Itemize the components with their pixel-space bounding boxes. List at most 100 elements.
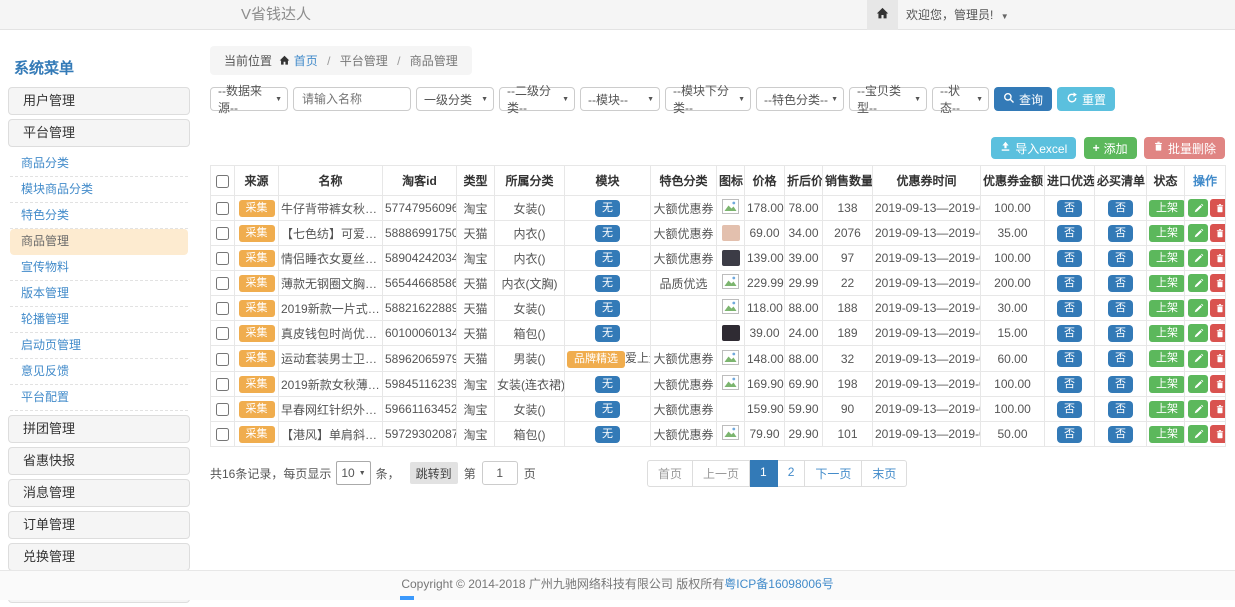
- sidebar-item[interactable]: 订单管理: [8, 511, 190, 539]
- page-button[interactable]: 1: [750, 460, 778, 487]
- row-checkbox-cell: [211, 321, 235, 346]
- taoke-id: 596611634525: [383, 397, 457, 422]
- filter-select[interactable]: --数据来源--▼: [210, 87, 288, 111]
- sidebar-subitem[interactable]: 宣传物料: [10, 255, 188, 281]
- select-all-checkbox[interactable]: [216, 175, 229, 188]
- delete-button[interactable]: [1210, 425, 1226, 443]
- pagination-bar: 共16条记录，每页显示 10 ▼ 条， 跳转到 第 页 首页上一页12下一页末页: [210, 460, 1225, 486]
- row-checkbox[interactable]: [216, 353, 229, 366]
- filter-select[interactable]: --模块--▼: [580, 87, 660, 111]
- sidebar-subitem[interactable]: 启动页管理: [10, 333, 188, 359]
- delete-button[interactable]: [1210, 249, 1226, 267]
- delete-button[interactable]: [1210, 299, 1226, 317]
- column-header: 模块: [565, 166, 651, 196]
- delete-button[interactable]: [1210, 324, 1226, 342]
- filter-select[interactable]: 一级分类▼: [416, 87, 494, 111]
- delete-button[interactable]: [1210, 199, 1226, 217]
- operations-cell: [1185, 221, 1226, 246]
- product-category: 箱包(): [495, 321, 565, 346]
- page-button[interactable]: 2: [778, 460, 806, 487]
- filter-select[interactable]: --状态--▼: [932, 87, 989, 111]
- page-button[interactable]: 下一页: [805, 460, 862, 487]
- page-button[interactable]: 上一页: [693, 460, 750, 487]
- user-menu[interactable]: 欢迎您，管理员! ▼: [906, 0, 1009, 32]
- filter-select[interactable]: --宝贝类型--▼: [849, 87, 927, 111]
- sidebar-item[interactable]: 平台管理: [8, 119, 190, 147]
- sidebar-item[interactable]: 消息管理: [8, 479, 190, 507]
- sidebar-item[interactable]: 省惠快报: [8, 447, 190, 475]
- row-checkbox[interactable]: [216, 403, 229, 416]
- edit-button[interactable]: [1188, 299, 1208, 317]
- row-checkbox[interactable]: [216, 227, 229, 240]
- row-checkbox[interactable]: [216, 252, 229, 265]
- column-header: [211, 166, 235, 196]
- horizontal-scrollbar-thumb[interactable]: [400, 596, 414, 600]
- filter-select[interactable]: --二级分类--▼: [499, 87, 575, 111]
- product-category: 女装(): [495, 397, 565, 422]
- row-checkbox[interactable]: [216, 378, 229, 391]
- row-checkbox[interactable]: [216, 302, 229, 315]
- edit-button[interactable]: [1188, 199, 1208, 217]
- per-page-select[interactable]: 10 ▼: [336, 461, 370, 485]
- edit-button[interactable]: [1188, 425, 1208, 443]
- page-button[interactable]: 首页: [647, 460, 693, 487]
- delete-button[interactable]: [1210, 274, 1226, 292]
- name-search-input[interactable]: [293, 87, 411, 111]
- row-checkbox[interactable]: [216, 202, 229, 215]
- row-checkbox[interactable]: [216, 277, 229, 290]
- must-buy-cell: 否: [1095, 246, 1147, 271]
- delete-button[interactable]: [1210, 375, 1226, 393]
- product-name: 情侣睡衣女夏丝绸男士..: [279, 246, 383, 271]
- edit-button[interactable]: [1188, 400, 1208, 418]
- delete-button[interactable]: [1210, 350, 1226, 368]
- sales-count: 2076: [823, 221, 873, 246]
- edit-button[interactable]: [1188, 249, 1208, 267]
- edit-button[interactable]: [1188, 350, 1208, 368]
- edit-button[interactable]: [1188, 274, 1208, 292]
- module-badge: 品牌精选: [567, 351, 625, 368]
- filter-select[interactable]: --特色分类--▼: [756, 87, 844, 111]
- sidebar-subitem[interactable]: 平台配置: [10, 385, 188, 411]
- must-buy-badge: 否: [1108, 225, 1133, 242]
- sidebar-subitem[interactable]: 模块商品分类: [10, 177, 188, 203]
- sidebar-subitem[interactable]: 轮播管理: [10, 307, 188, 333]
- icon-cell: [717, 346, 745, 372]
- discount-price: 39.00: [785, 246, 823, 271]
- edit-button[interactable]: [1188, 224, 1208, 242]
- row-checkbox[interactable]: [216, 428, 229, 441]
- must-buy-badge: 否: [1108, 300, 1133, 317]
- delete-button[interactable]: [1210, 224, 1226, 242]
- batch-delete-button[interactable]: 批量删除: [1144, 137, 1225, 159]
- icp-link[interactable]: 粤ICP备16098006号: [724, 577, 833, 591]
- filter-select[interactable]: --模块下分类--▼: [665, 87, 751, 111]
- row-checkbox-cell: [211, 196, 235, 221]
- coupon-time: 2019-09-13—2019-09-17: [873, 397, 981, 422]
- page-button[interactable]: 末页: [862, 460, 907, 487]
- source-badge: 采集: [239, 200, 275, 217]
- home-button[interactable]: [867, 0, 898, 30]
- search-button[interactable]: 查询: [994, 87, 1052, 111]
- product-category: 女装(连衣裙): [495, 372, 565, 397]
- sidebar-item[interactable]: 兑换管理: [8, 543, 190, 571]
- jump-button[interactable]: 跳转到: [410, 462, 458, 484]
- jump-page-input[interactable]: [482, 461, 518, 485]
- module-badge: 无: [595, 401, 620, 418]
- chevron-down-icon: ▼: [481, 96, 488, 103]
- import-excel-button[interactable]: 导入excel: [991, 137, 1076, 159]
- sidebar-item[interactable]: 用户管理: [8, 87, 190, 115]
- breadcrumb-home-link[interactable]: 首页: [294, 54, 318, 68]
- edit-button[interactable]: [1188, 375, 1208, 393]
- must-buy-badge: 否: [1108, 250, 1133, 267]
- sidebar-subitem[interactable]: 版本管理: [10, 281, 188, 307]
- sidebar-item[interactable]: 拼团管理: [8, 415, 190, 443]
- sidebar-subitem[interactable]: 商品管理: [10, 229, 188, 255]
- add-button[interactable]: + 添加: [1084, 137, 1137, 159]
- taoke-id: 601000601341: [383, 321, 457, 346]
- sidebar-subitem[interactable]: 商品分类: [10, 151, 188, 177]
- row-checkbox[interactable]: [216, 327, 229, 340]
- delete-button[interactable]: [1210, 400, 1226, 418]
- reset-button[interactable]: 重置: [1057, 87, 1115, 111]
- edit-button[interactable]: [1188, 324, 1208, 342]
- sidebar-subitem[interactable]: 意见反馈: [10, 359, 188, 385]
- sidebar-subitem[interactable]: 特色分类: [10, 203, 188, 229]
